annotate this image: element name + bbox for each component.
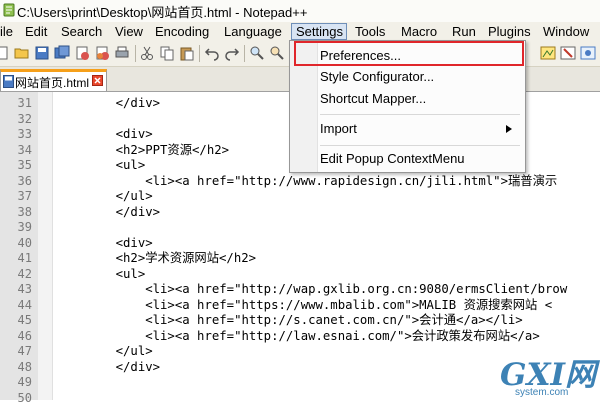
record-icon[interactable] — [580, 45, 596, 61]
redo-icon[interactable] — [224, 45, 240, 61]
code-line[interactable]: <h2>PPT资源</h2> — [86, 143, 229, 159]
cut-icon[interactable] — [139, 45, 155, 61]
line-number: 42 — [0, 267, 32, 283]
menu-plugins[interactable]: Plugins — [484, 23, 535, 40]
watermark-logo: GXI网 system.com — [500, 360, 600, 400]
line-number: 46 — [0, 329, 32, 345]
line-number: 45 — [0, 313, 32, 329]
line-number: 40 — [0, 236, 32, 252]
find-icon[interactable] — [249, 45, 265, 61]
line-number: 50 — [0, 391, 32, 406]
line-number: 44 — [0, 298, 32, 314]
copy-icon[interactable] — [159, 45, 175, 61]
code-line[interactable]: </div> — [86, 360, 160, 376]
line-number: 39 — [0, 220, 32, 236]
line-number: 48 — [0, 360, 32, 376]
submenu-arrow-icon — [506, 125, 512, 133]
close-all-icon[interactable] — [94, 45, 110, 61]
toolbar-separator — [244, 45, 245, 62]
open-file-icon[interactable] — [14, 45, 30, 61]
menu-file[interactable]: ile — [0, 23, 17, 40]
tab-close-icon[interactable] — [92, 75, 103, 86]
menu-item-import[interactable]: Import — [320, 119, 357, 139]
line-number: 33 — [0, 127, 32, 143]
window-title: C:\Users\print\Desktop\网站首页.html - Notep… — [17, 2, 307, 21]
paste-icon[interactable] — [179, 45, 195, 61]
line-number: 38 — [0, 205, 32, 221]
title-bar: C:\Users\print\Desktop\网站首页.html - Notep… — [0, 0, 600, 23]
new-file-icon[interactable] — [0, 45, 10, 61]
menu-tools[interactable]: Tools — [351, 23, 389, 40]
undo-icon[interactable] — [204, 45, 220, 61]
code-line[interactable]: <li><a href="http://s.canet.com.cn/">会计通… — [86, 313, 523, 329]
preferences-highlight-box — [294, 41, 524, 66]
code-line[interactable]: </ul> — [86, 344, 153, 360]
line-number: 31 — [0, 96, 32, 112]
line-number: 43 — [0, 282, 32, 298]
code-line[interactable]: <div> — [86, 236, 153, 252]
code-line[interactable]: <div> — [86, 127, 153, 143]
code-line[interactable]: </div> — [86, 205, 160, 221]
menu-settings[interactable]: Settings — [291, 23, 347, 40]
code-line[interactable]: <h2>学术资源网站</h2> — [86, 251, 256, 267]
tab-label: 网站首页.html — [15, 74, 89, 91]
line-number: 34 — [0, 143, 32, 159]
menu-separator — [320, 114, 520, 115]
menu-separator — [320, 145, 520, 146]
line-number: 37 — [0, 189, 32, 205]
notepadpp-icon — [2, 3, 16, 17]
saved-file-icon — [3, 75, 14, 88]
code-line[interactable]: <li><a href="http://law.esnai.com/">会计政策… — [86, 329, 540, 345]
menu-view[interactable]: View — [111, 23, 147, 40]
line-number: 49 — [0, 375, 32, 391]
menu-edit[interactable]: Edit — [21, 23, 51, 40]
menu-item-edit-popup-contextmenu[interactable]: Edit Popup ContextMenu — [320, 149, 465, 169]
fold-margin[interactable] — [38, 92, 53, 400]
menu-encoding[interactable]: Encoding — [151, 23, 213, 40]
save-all-icon[interactable] — [54, 45, 70, 61]
menu-bar: ile Edit Search View Encoding Language S… — [0, 22, 600, 42]
menu-language[interactable]: Language — [220, 23, 286, 40]
menu-item-shortcut-mapper[interactable]: Shortcut Mapper... — [320, 89, 426, 109]
save-icon[interactable] — [34, 45, 50, 61]
print-icon[interactable] — [114, 45, 130, 61]
tab-active-file[interactable]: 网站首页.html — [0, 69, 107, 91]
close-icon[interactable] — [74, 45, 90, 61]
toolbar-separator — [135, 45, 136, 62]
code-line[interactable]: </ul> — [86, 189, 153, 205]
menu-search[interactable]: Search — [57, 23, 106, 40]
watermark-site: system.com — [515, 387, 568, 398]
line-number: 35 — [0, 158, 32, 174]
replace-icon[interactable] — [269, 45, 285, 61]
line-number: 47 — [0, 344, 32, 360]
menu-macro[interactable]: Macro — [397, 23, 441, 40]
code-line[interactable]: <li><a href="https://www.mbalib.com">MAL… — [86, 298, 552, 314]
code-line[interactable]: <li><a href="http://www.rapidesign.cn/ji… — [86, 174, 557, 190]
code-line[interactable]: <li><a href="http://wap.gxlib.org.cn:908… — [86, 282, 567, 298]
code-line[interactable]: <ul> — [86, 158, 145, 174]
menu-run[interactable]: Run — [448, 23, 480, 40]
toolbar-separator — [199, 45, 200, 62]
line-number: 32 — [0, 112, 32, 128]
menu-item-style-configurator[interactable]: Style Configurator... — [320, 67, 434, 87]
doc-map-icon[interactable] — [540, 45, 556, 61]
code-line[interactable]: <ul> — [86, 267, 145, 283]
line-number: 41 — [0, 251, 32, 267]
menu-window[interactable]: Window — [539, 23, 593, 40]
code-line[interactable]: </div> — [86, 96, 160, 112]
line-number: 36 — [0, 174, 32, 190]
function-list-icon[interactable] — [560, 45, 576, 61]
